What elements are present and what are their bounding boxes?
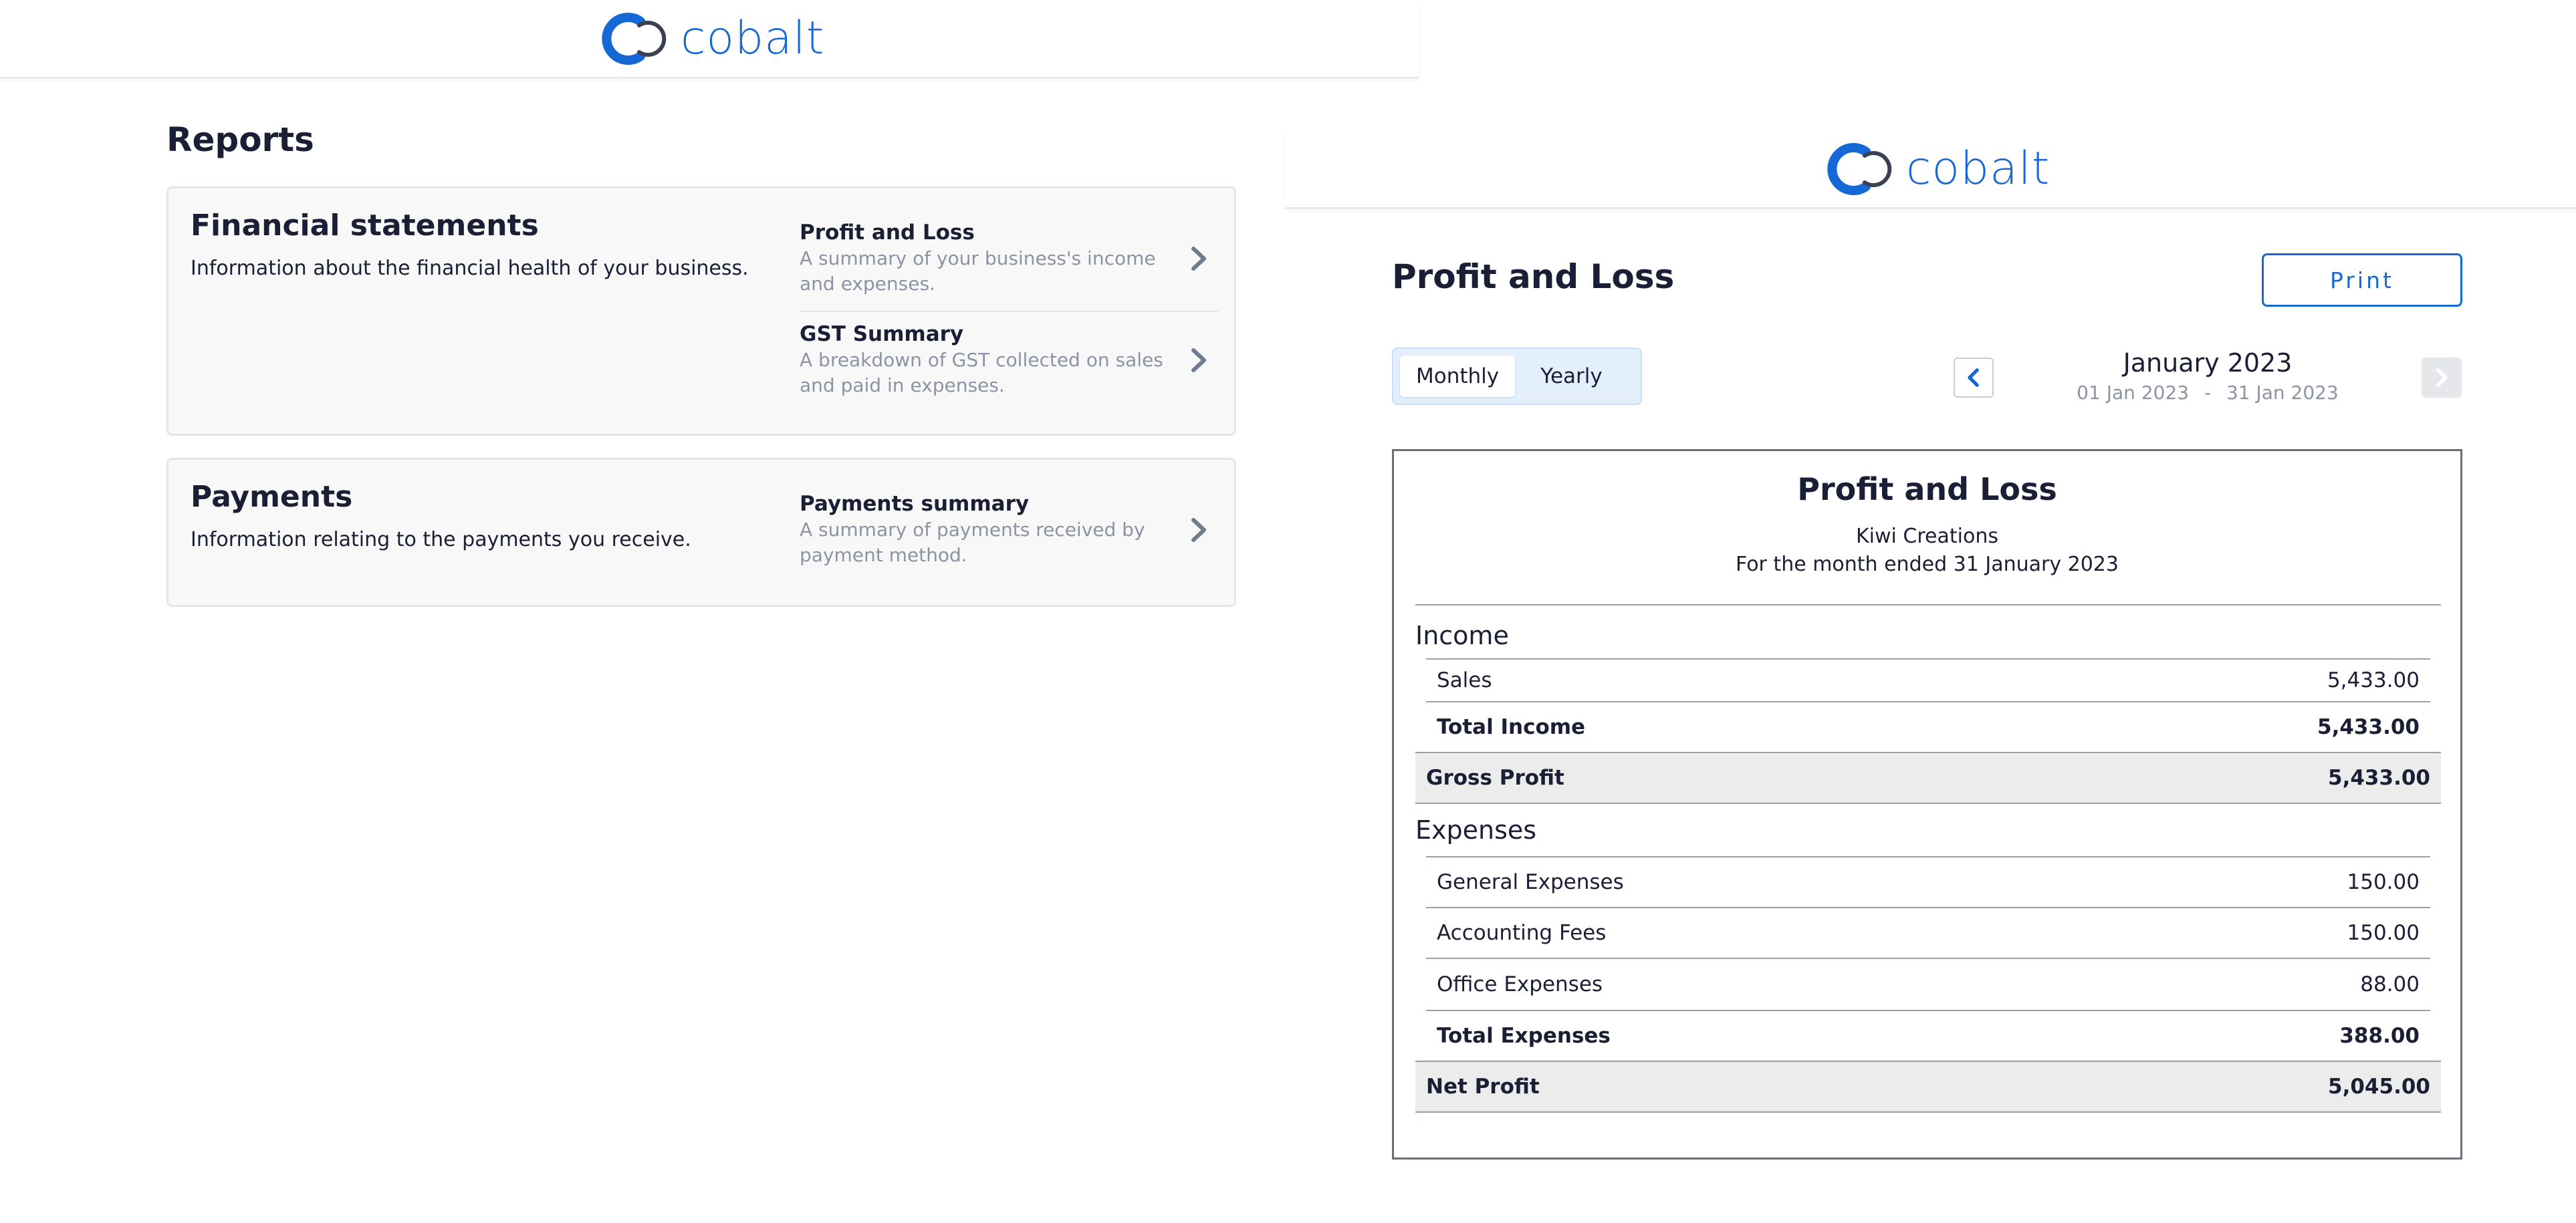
line-item-name: Accounting Fees — [1437, 921, 1607, 945]
link-title: GST Summary — [800, 322, 964, 346]
net-profit-amount: 5,045.00 — [2328, 1075, 2430, 1099]
line-item-amount: 5,433.00 — [2327, 668, 2420, 692]
period-start: 01 Jan 2023 — [2077, 382, 2190, 404]
previous-period-button[interactable] — [1954, 358, 1994, 398]
total-amount: 388.00 — [2339, 1024, 2420, 1048]
table-row: Office Expenses 88.00 — [1426, 959, 2430, 1010]
payments-card: Payments Information relating to the pay… — [166, 458, 1236, 607]
gross-profit-label: Gross Profit — [1426, 766, 1564, 790]
period-range: 01 Jan 2023 - 31 Jan 2023 — [2007, 382, 2408, 404]
payments-summary-link[interactable]: Payments summary A summary of payments r… — [800, 491, 1218, 568]
period-separator: - — [2204, 382, 2212, 404]
section-label: Income — [1415, 621, 1509, 650]
page-title: Reports — [166, 120, 314, 159]
cobalt-logo-mark-icon — [1827, 143, 1892, 195]
next-period-button[interactable] — [2422, 358, 2462, 398]
income-section-heading: Income — [1415, 612, 2441, 660]
yearly-option[interactable]: Yearly — [1524, 356, 1619, 397]
cobalt-logo[interactable]: cobalt — [602, 11, 824, 67]
total-income-row: Total Income 5,433.00 — [1426, 702, 2430, 752]
gross-profit-amount: 5,433.00 — [2328, 766, 2430, 790]
profit-and-loss-panel: cobalt Profit and Loss Print Monthly Yea… — [1285, 130, 2576, 1223]
line-item-name: General Expenses — [1437, 870, 1624, 894]
total-label: Total Expenses — [1437, 1024, 1611, 1048]
card-description: Information relating to the payments you… — [191, 528, 691, 551]
logo-text: cobalt — [681, 12, 825, 65]
link-title: Profit and Loss — [800, 221, 975, 245]
divider — [1415, 604, 2441, 605]
chevron-right-icon — [1191, 518, 1206, 542]
reports-panel: cobalt Reports Financial statements Info… — [0, 0, 1419, 1223]
net-profit-label: Net Profit — [1426, 1075, 1540, 1099]
company-name: Kiwi Creations — [1856, 525, 1998, 548]
link-title: Payments summary — [800, 492, 1030, 516]
period-end: 31 Jan 2023 — [2226, 382, 2339, 404]
statement-title: Profit and Loss — [1797, 471, 2057, 507]
link-subtitle: A breakdown of GST collected on sales an… — [800, 349, 1163, 396]
profit-and-loss-statement: Profit and Loss Kiwi Creations For the m… — [1392, 449, 2462, 1160]
net-profit-row: Net Profit 5,045.00 — [1415, 1062, 2441, 1111]
monthly-option[interactable]: Monthly — [1400, 356, 1516, 397]
line-item-amount: 150.00 — [2347, 921, 2420, 945]
statement-period: For the month ended 31 January 2023 — [1736, 553, 2119, 576]
chevron-right-icon — [2436, 368, 2448, 387]
cobalt-logo[interactable]: cobalt — [1827, 141, 2050, 197]
link-subtitle: A summary of your business's income and … — [800, 247, 1156, 295]
page-title: Profit and Loss — [1392, 257, 1675, 296]
expenses-section-heading: Expenses — [1415, 804, 2441, 856]
table-row: Accounting Fees 150.00 — [1426, 908, 2430, 958]
total-amount: 5,433.00 — [2317, 715, 2420, 739]
profit-and-loss-link[interactable]: Profit and Loss A summary of your busine… — [800, 219, 1218, 297]
line-item-name: Office Expenses — [1437, 972, 1603, 996]
cobalt-logo-mark-icon — [602, 13, 667, 65]
financial-statements-card: Financial statements Information about t… — [166, 186, 1236, 436]
card-title: Payments — [191, 480, 353, 514]
chevron-right-icon — [1191, 348, 1206, 372]
divider — [1415, 1111, 2441, 1113]
section-label: Expenses — [1415, 815, 1537, 845]
app-header: cobalt — [1285, 130, 2576, 209]
chevron-right-icon — [1191, 247, 1206, 271]
print-button[interactable]: Print — [2262, 253, 2462, 307]
gross-profit-row: Gross Profit 5,433.00 — [1415, 753, 2441, 803]
card-description: Information about the financial health o… — [191, 257, 749, 280]
line-item-amount: 88.00 — [2360, 972, 2420, 996]
link-subtitle: A summary of payments received by paymen… — [800, 519, 1145, 566]
card-title: Financial statements — [191, 209, 539, 243]
line-item-amount: 150.00 — [2347, 870, 2420, 894]
table-row: General Expenses 150.00 — [1426, 857, 2430, 907]
total-expenses-row: Total Expenses 388.00 — [1426, 1011, 2430, 1061]
total-label: Total Income — [1437, 715, 1586, 739]
gst-summary-link[interactable]: GST Summary A breakdown of GST collected… — [800, 321, 1218, 398]
logo-text: cobalt — [1906, 142, 2051, 195]
period-title: January 2023 — [2123, 348, 2293, 378]
link-divider — [800, 311, 1218, 312]
line-item-name: Sales — [1437, 668, 1492, 692]
chevron-left-icon — [1968, 368, 1979, 387]
app-header: cobalt — [0, 0, 1419, 79]
table-row: Sales 5,433.00 — [1426, 660, 2430, 701]
period-toggle: Monthly Yearly — [1392, 348, 1642, 405]
